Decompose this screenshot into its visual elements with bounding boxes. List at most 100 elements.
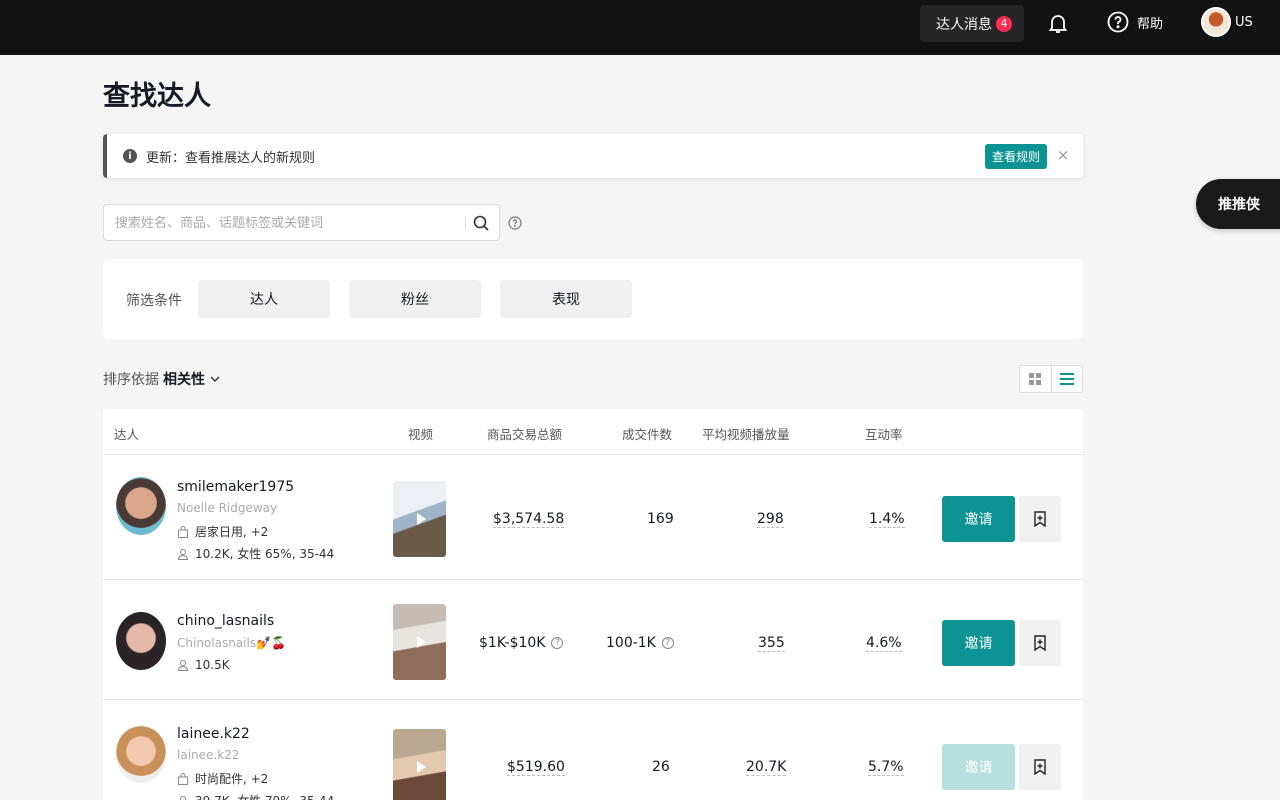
avatar bbox=[116, 477, 166, 535]
filter-panel: 筛选条件 达人 粉丝 表现 bbox=[103, 259, 1083, 339]
notice-text: 更新：查看推展达人的新规则 bbox=[146, 150, 316, 166]
messages-label: 达人消息 bbox=[936, 16, 992, 33]
sort-dropdown[interactable]: 排序依据 相关性 bbox=[103, 369, 222, 389]
header-video: 视频 bbox=[408, 427, 434, 442]
table-header: 达人 视频 商品交易总额 成交件数 平均视频播放量 互动率 bbox=[103, 409, 1083, 455]
category-text: 居家日用, +2 bbox=[195, 525, 269, 539]
avatar bbox=[116, 612, 166, 670]
sort-label: 排序依据 bbox=[103, 372, 159, 388]
bookmark-button[interactable] bbox=[1019, 496, 1061, 542]
avg-views-value: 20.7K bbox=[746, 759, 787, 776]
table-row[interactable]: lainee.k22 lainee.k22 时尚配件, +2 39.7K, 女性… bbox=[103, 701, 1083, 800]
search-input[interactable] bbox=[115, 212, 455, 234]
audience-text: 10.2K, 女性 65%, 35-44 bbox=[195, 547, 335, 561]
engagement-value: 5.7% bbox=[868, 759, 904, 776]
play-icon bbox=[416, 636, 426, 648]
table-row[interactable]: chino_lasnails Chinolasnails💅🍒 10.5K $1K… bbox=[103, 580, 1083, 700]
creator-audience: 39.7K, 女性 79%, 35-44 bbox=[177, 792, 334, 800]
creator-name[interactable]: chino_lasnails bbox=[177, 613, 274, 629]
account-menu[interactable]: US bbox=[1201, 7, 1253, 37]
header-engagement: 互动率 bbox=[865, 427, 903, 442]
avatar bbox=[1201, 7, 1231, 37]
gmv-value: $3,574.58 bbox=[493, 511, 565, 528]
creator-table: 达人 视频 商品交易总额 成交件数 平均视频播放量 互动率 smilemaker… bbox=[103, 409, 1083, 800]
engagement-value: 1.4% bbox=[869, 511, 905, 528]
creator-name[interactable]: smilemaker1975 bbox=[177, 479, 294, 495]
creator-category: 居家日用, +2 bbox=[177, 523, 268, 540]
chevron-down-icon bbox=[210, 376, 220, 382]
bookmark-plus-icon bbox=[1034, 759, 1046, 775]
play-icon bbox=[416, 513, 426, 525]
table-row[interactable]: smilemaker1975 Noelle Ridgeway 居家日用, +2 … bbox=[103, 456, 1083, 580]
invite-button[interactable]: 邀请 bbox=[942, 496, 1015, 542]
creator-nickname: Chinolasnails💅🍒 bbox=[177, 636, 286, 650]
help-button[interactable]: 帮助 bbox=[1107, 11, 1163, 33]
creator-category: 时尚配件, +2 bbox=[177, 770, 268, 787]
play-icon bbox=[416, 761, 426, 773]
creator-messages-button[interactable]: 达人消息 4 bbox=[920, 5, 1024, 42]
info-icon: i bbox=[123, 149, 137, 163]
search-box bbox=[103, 204, 500, 241]
side-helper-button[interactable]: 推推侠 bbox=[1196, 179, 1280, 229]
avatar bbox=[116, 725, 166, 783]
user-icon bbox=[177, 660, 189, 671]
bookmark-plus-icon bbox=[1034, 635, 1046, 651]
user-icon bbox=[177, 548, 189, 560]
header-orders: 成交件数 bbox=[622, 427, 673, 442]
creator-audience: 10.5K bbox=[177, 658, 230, 672]
help-label: 帮助 bbox=[1137, 16, 1164, 32]
avg-views-value: 298 bbox=[757, 511, 784, 528]
filter-chip-performance[interactable]: 表现 bbox=[500, 280, 632, 318]
question-icon[interactable]: ? bbox=[551, 637, 564, 649]
question-icon[interactable]: ? bbox=[661, 637, 674, 649]
header-avg-views: 平均视频播放量 bbox=[702, 427, 790, 442]
avg-views-value: 355 bbox=[758, 635, 785, 652]
top-bar: 达人消息 4 帮助 US bbox=[0, 0, 1280, 55]
creator-nickname: Noelle Ridgeway bbox=[177, 501, 278, 515]
filter-chip-followers[interactable]: 粉丝 bbox=[349, 280, 481, 318]
category-text: 时尚配件, +2 bbox=[195, 772, 269, 786]
bell-icon[interactable] bbox=[1046, 11, 1070, 35]
filter-chip-creator[interactable]: 达人 bbox=[198, 280, 330, 318]
view-toggle bbox=[1019, 365, 1083, 393]
close-icon[interactable]: × bbox=[1053, 145, 1073, 165]
page-title: 查找达人 bbox=[103, 81, 211, 112]
user-icon bbox=[180, 795, 186, 800]
shopping-bag-icon bbox=[178, 772, 188, 785]
header-creator: 达人 bbox=[114, 427, 140, 442]
video-thumbnail[interactable] bbox=[393, 481, 446, 557]
header-gmv: 商品交易总额 bbox=[487, 427, 563, 442]
audience-text: 39.7K, 女性 79%, 35-44 bbox=[195, 792, 334, 800]
gmv-value: $519.60 bbox=[507, 759, 565, 776]
bookmark-button[interactable] bbox=[1019, 620, 1061, 666]
search-icon[interactable] bbox=[472, 214, 490, 236]
bookmark-plus-icon bbox=[1034, 511, 1046, 527]
list-view-icon[interactable] bbox=[1050, 366, 1082, 392]
update-notice: i 更新：查看推展达人的新规则 查看规则 × bbox=[103, 134, 1083, 178]
creator-name[interactable]: lainee.k22 bbox=[177, 726, 250, 742]
video-thumbnail[interactable] bbox=[393, 729, 446, 800]
gmv-range: $1K-$10K bbox=[479, 635, 546, 651]
shopping-bag-icon bbox=[178, 525, 188, 538]
invite-button[interactable]: 邀请 bbox=[942, 744, 1015, 790]
view-rules-button[interactable]: 查看规则 bbox=[985, 144, 1047, 169]
creator-nickname: lainee.k22 bbox=[177, 748, 240, 762]
creator-audience: 10.2K, 女性 65%, 35-44 bbox=[177, 545, 334, 562]
orders-value: 169 bbox=[647, 511, 674, 527]
invite-button[interactable]: 邀请 bbox=[942, 620, 1015, 666]
filter-label: 筛选条件 bbox=[126, 293, 182, 309]
orders-value: 100-1K? bbox=[606, 635, 674, 651]
region-label: US bbox=[1235, 14, 1253, 30]
audience-text: 10.5K bbox=[195, 658, 230, 672]
video-thumbnail[interactable] bbox=[393, 604, 446, 680]
gmv-value: $1K-$10K? bbox=[479, 635, 564, 651]
search-help-icon[interactable] bbox=[508, 215, 522, 234]
grid-view-icon[interactable] bbox=[1020, 366, 1051, 392]
question-circle-icon bbox=[1107, 11, 1129, 33]
messages-count-badge: 4 bbox=[996, 15, 1012, 32]
orders-value: 26 bbox=[652, 759, 670, 775]
sort-value: 相关性 bbox=[163, 372, 205, 388]
engagement-value: 4.6% bbox=[866, 635, 902, 652]
search-divider bbox=[465, 217, 466, 230]
bookmark-button[interactable] bbox=[1019, 744, 1061, 790]
